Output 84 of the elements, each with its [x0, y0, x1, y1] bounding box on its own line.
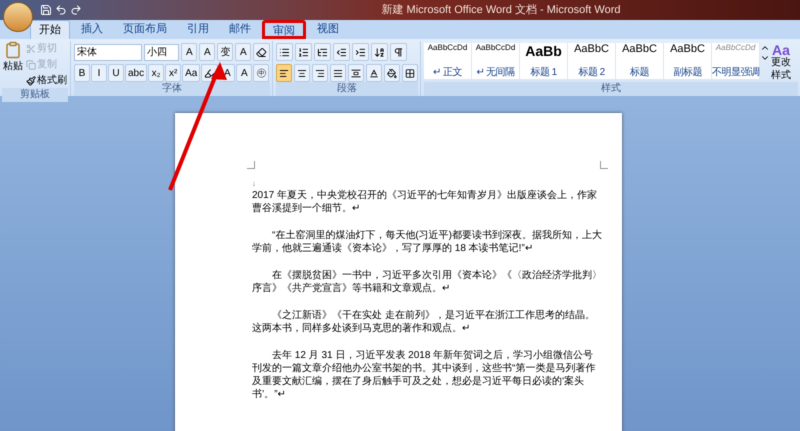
- font-tool-button[interactable]: A: [236, 64, 252, 82]
- paragraph-mark: ↓: [252, 178, 257, 189]
- align-center-icon: [297, 68, 307, 78]
- ribbon-tab[interactable]: 开始: [30, 20, 70, 39]
- group-label: 字体: [74, 82, 270, 96]
- ribbon-tab[interactable]: 引用: [178, 20, 218, 39]
- font-tool-button[interactable]: A: [181, 43, 198, 61]
- style-gallery-item[interactable]: AaBb 标题 1: [520, 43, 568, 79]
- ribbon-tab[interactable]: 邮件: [220, 20, 260, 39]
- border-button[interactable]: [402, 64, 418, 82]
- font-tool-button[interactable]: U: [108, 64, 124, 82]
- align-right-icon: [315, 68, 325, 78]
- clipboard-icon: [4, 41, 22, 59]
- redo-icon[interactable]: [70, 4, 82, 16]
- tree-list-icon: [317, 46, 328, 58]
- justify-icon: [333, 68, 343, 78]
- multilevel-list-button[interactable]: [314, 43, 331, 61]
- save-icon[interactable]: [40, 4, 52, 16]
- font-tool-button[interactable]: Aa: [182, 64, 200, 82]
- font-tool-button[interactable]: B: [74, 64, 90, 82]
- group-label: 剪贴板: [2, 88, 68, 102]
- style-gallery-item[interactable]: AaBbC 副标题: [664, 43, 712, 79]
- style-gallery-item[interactable]: AaBbCcDd 不明显强调: [712, 43, 760, 79]
- align-button[interactable]: [312, 64, 328, 82]
- numbered-list-icon: [298, 46, 309, 58]
- line-spacing-button[interactable]: [366, 64, 382, 82]
- font-tool-button[interactable]: ㊥: [253, 64, 270, 82]
- style-gallery-item[interactable]: AaBbCcDd ↵ 正文: [424, 43, 472, 79]
- align-button[interactable]: [294, 64, 310, 82]
- pilcrow-button[interactable]: [390, 43, 407, 61]
- align-left-icon: [279, 68, 289, 78]
- paragraph-text: “在土窑洞里的煤油灯下，每天他(习近平)都要读书到深夜。据我所知，上大学前，他就三遍通读《资本论》，写了厚厚的 18 本读书笔记!”↵: [252, 229, 602, 255]
- ribbon-tab[interactable]: 视图: [308, 20, 348, 39]
- bullets-button[interactable]: [276, 43, 293, 61]
- align-button[interactable]: [348, 64, 364, 82]
- increase-indent-button[interactable]: [352, 43, 369, 61]
- shading-button[interactable]: [384, 64, 400, 82]
- pilcrow-icon: [393, 46, 404, 58]
- indent-icon: [355, 46, 366, 58]
- change-styles-button[interactable]: Aa 更改样式: [770, 43, 792, 82]
- paint-bucket-icon: [387, 68, 397, 78]
- font-tool-button[interactable]: A: [199, 43, 216, 61]
- font-name-field[interactable]: 宋体: [74, 44, 142, 60]
- eraser-icon: [256, 46, 267, 58]
- group-label: 段落: [276, 82, 418, 96]
- font-tool-button[interactable]: abc: [125, 64, 148, 82]
- sort-button[interactable]: [371, 43, 388, 61]
- align-button[interactable]: [330, 64, 346, 82]
- scissors-icon: [26, 44, 36, 54]
- align-button[interactable]: [276, 64, 292, 82]
- font-tool-button[interactable]: x₂: [148, 64, 164, 82]
- font-tool-button[interactable]: x²: [165, 64, 182, 82]
- bullet-list-icon: [279, 46, 290, 58]
- highlighter-icon: [204, 68, 216, 78]
- group-label: 样式: [424, 82, 798, 96]
- font-size-field[interactable]: 小四: [144, 44, 180, 60]
- ribbon-tab[interactable]: 页面布局: [114, 20, 176, 39]
- grid-icon: [405, 68, 415, 78]
- style-gallery-item[interactable]: AaBbCcDd ↵ 无间隔: [472, 43, 520, 79]
- paragraph-text: 《之江新语》《干在实处 走在前列》，是习近平在浙江工作思考的结晶。这两本书，同样多处谈到马克思的著作和观点。↵: [252, 309, 596, 335]
- ribbon-tab[interactable]: 插入: [72, 20, 112, 39]
- style-gallery-item[interactable]: AaBbC 标题 2: [568, 43, 616, 79]
- decrease-indent-button[interactable]: [333, 43, 350, 61]
- distribute-icon: [351, 68, 361, 78]
- paintbrush-icon: [26, 76, 36, 86]
- sort-icon: [374, 46, 385, 58]
- font-tool-button[interactable]: 变: [217, 43, 234, 61]
- font-tool-button[interactable]: A: [235, 43, 252, 61]
- styles-glyph: Aa: [772, 43, 790, 57]
- paragraph-text: 2017 年夏天，中央党校召开的《习近平的七年知青岁月》出版座谈会上，作家曹谷溪提到一个细节。↵: [252, 189, 598, 215]
- paragraph-text: 在《摆脱贫困》一书中，习近平多次引用《资本论》《〈政治经济学批判〉序言》《共产党宣言》等书籍和文章观点。↵: [252, 269, 602, 295]
- window-title: 新建 Microsoft Office Word 文档 - Microsoft Word: [382, 2, 620, 18]
- paste-button[interactable]: 粘贴: [2, 41, 24, 88]
- office-button[interactable]: [3, 2, 33, 32]
- numbering-button[interactable]: [295, 43, 312, 61]
- outdent-icon: [336, 46, 347, 58]
- clear-format-button[interactable]: [253, 43, 270, 61]
- undo-icon[interactable]: [55, 4, 67, 16]
- clipboard-button[interactable]: 格式刷: [26, 73, 67, 88]
- style-gallery-item[interactable]: AaBbC 标题: [616, 43, 664, 79]
- paragraph-text: 去年 12 月 31 日，习近平发表 2018 年新年贺词之后，学习小组微信公号刊发的一篇文章介绍他办公室书架的书。其中谈到，这些书“第一类是马列著作及重要文献汇编，摆在了身后触手可及之处，想必是习近平每日必读的‘案头书’。”↵: [252, 349, 596, 401]
- font-tool-button[interactable]: I: [91, 64, 107, 82]
- baseline-icon: [369, 68, 379, 78]
- copy-icon: [26, 60, 36, 70]
